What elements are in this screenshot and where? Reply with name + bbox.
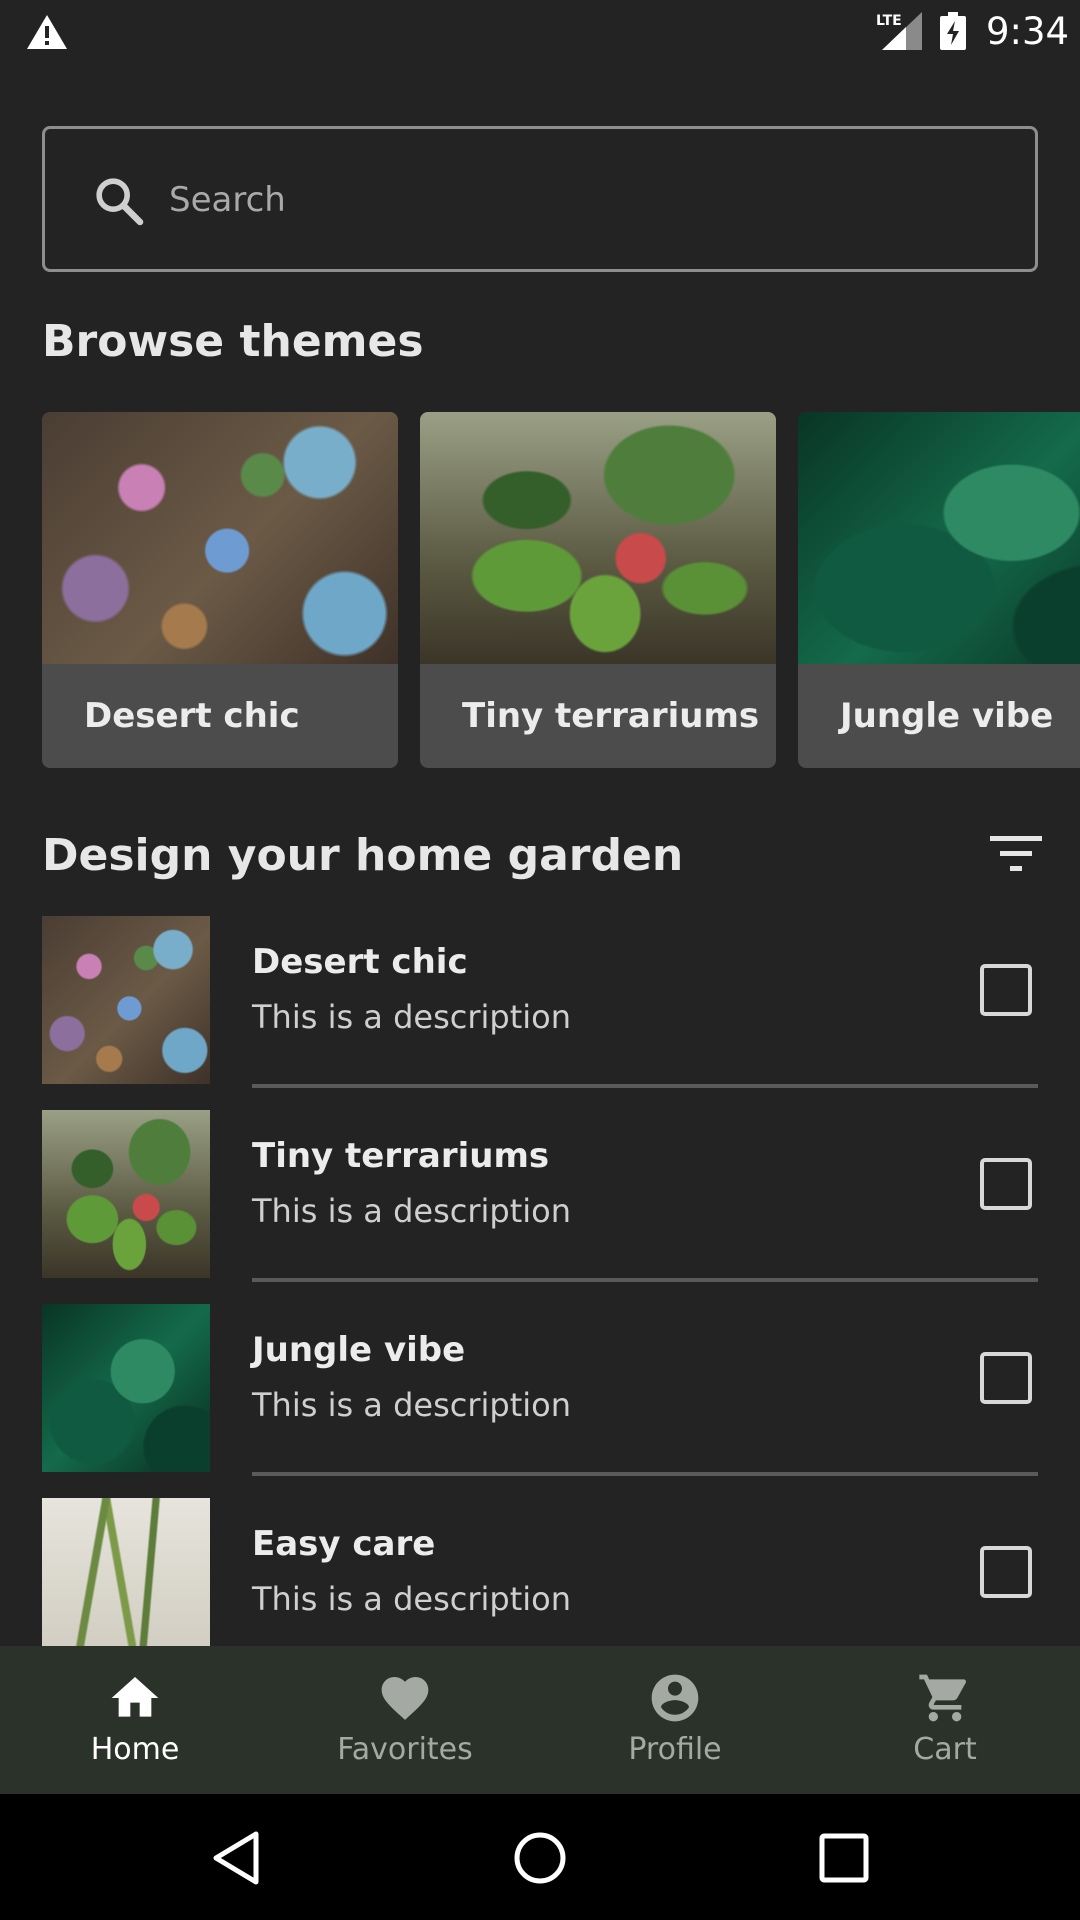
list-item-title: Desert chic xyxy=(252,942,468,982)
theme-card-tiny-terrariums[interactable]: Tiny terrariums xyxy=(420,412,776,768)
status-bar: LTE 9:34 xyxy=(0,0,1080,63)
theme-image xyxy=(798,412,1080,664)
list-item-thumbnail xyxy=(42,1304,210,1472)
garden-list[interactable]: Desert chic This is a description Tiny t… xyxy=(0,916,1080,1646)
list-item-description: This is a description xyxy=(252,1580,571,1618)
account-circle-icon xyxy=(651,1674,699,1722)
battery-charging-icon xyxy=(940,12,966,50)
recents-icon[interactable] xyxy=(814,1828,874,1888)
list-item[interactable]: Tiny terrariums This is a description xyxy=(0,1110,1080,1304)
nav-cart[interactable]: Cart xyxy=(810,1646,1080,1794)
divider xyxy=(252,1084,1038,1088)
heart-icon xyxy=(381,1677,429,1720)
nav-home[interactable]: Home xyxy=(0,1646,270,1794)
design-garden-heading: Design your home garden xyxy=(42,830,684,881)
theme-label: Tiny terrariums xyxy=(462,696,760,736)
search-input[interactable] xyxy=(169,165,989,235)
list-item-title: Jungle vibe xyxy=(252,1330,466,1370)
divider xyxy=(252,1278,1038,1282)
nav-label: Home xyxy=(90,1732,180,1767)
list-item-checkbox[interactable] xyxy=(980,1158,1032,1210)
list-item-description: This is a description xyxy=(252,1192,571,1230)
list-item[interactable]: Easy care This is a description xyxy=(0,1498,1080,1646)
list-item-description: This is a description xyxy=(252,1386,571,1424)
theme-card-jungle-vibe[interactable]: Jungle vibe xyxy=(798,412,1080,768)
list-item-thumbnail xyxy=(42,1498,210,1646)
warning-icon xyxy=(27,15,67,49)
cart-icon xyxy=(919,1674,967,1722)
theme-carousel[interactable]: Desert chic Tiny terrariums Jungle vibe xyxy=(0,412,1080,770)
theme-label: Desert chic xyxy=(84,696,300,736)
home-circle-icon[interactable] xyxy=(510,1828,570,1888)
list-item-checkbox[interactable] xyxy=(980,1546,1032,1598)
signal-icon xyxy=(882,12,922,50)
divider xyxy=(252,1472,1038,1476)
theme-image xyxy=(42,412,398,664)
clock: 9:34 xyxy=(986,10,1070,53)
bottom-navigation: Home Favorites Profile Cart xyxy=(0,1646,1080,1794)
system-navigation-bar xyxy=(0,1794,1080,1920)
list-item-title: Easy care xyxy=(252,1524,436,1564)
list-item-title: Tiny terrariums xyxy=(252,1136,550,1176)
nav-label: Favorites xyxy=(337,1732,473,1767)
list-item-description: This is a description xyxy=(252,998,571,1036)
search-icon xyxy=(96,178,144,226)
list-item-checkbox[interactable] xyxy=(980,964,1032,1016)
nav-label: Profile xyxy=(628,1732,722,1767)
list-item-checkbox[interactable] xyxy=(980,1352,1032,1404)
list-item[interactable]: Desert chic This is a description xyxy=(0,916,1080,1110)
theme-label: Jungle vibe xyxy=(840,696,1054,736)
list-item-thumbnail xyxy=(42,916,210,1084)
home-icon xyxy=(111,1677,159,1717)
browse-themes-heading: Browse themes xyxy=(42,316,424,367)
theme-card-desert-chic[interactable]: Desert chic xyxy=(42,412,398,768)
back-icon[interactable] xyxy=(206,1828,266,1888)
list-item[interactable]: Jungle vibe This is a description xyxy=(0,1304,1080,1498)
nav-profile[interactable]: Profile xyxy=(540,1646,810,1794)
list-item-thumbnail xyxy=(42,1110,210,1278)
nav-favorites[interactable]: Favorites xyxy=(270,1646,540,1794)
filter-icon[interactable] xyxy=(990,834,1042,874)
theme-image xyxy=(420,412,776,664)
nav-label: Cart xyxy=(913,1732,977,1767)
search-field[interactable] xyxy=(42,126,1038,272)
